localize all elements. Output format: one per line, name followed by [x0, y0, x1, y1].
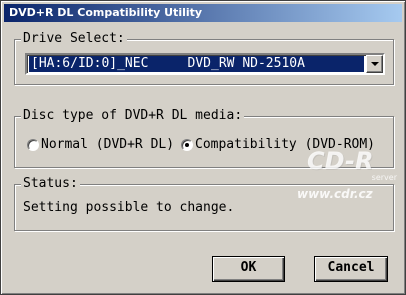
radio-normal-label[interactable]: Normal (DVD+R DL) [41, 137, 174, 153]
status-group: Status: Setting possible to change. [14, 176, 394, 231]
drive-select-group: Drive Select: [HA:6/ID:0]_NEC DVD_RW ND-… [14, 31, 394, 85]
chevron-down-icon[interactable] [366, 55, 383, 73]
drive-select-label: Drive Select: [21, 31, 127, 47]
cancel-button[interactable]: Cancel [314, 256, 388, 282]
dialog-window: DVD+R DL Compatibility Utility Drive Sel… [0, 0, 406, 295]
window-title: DVD+R DL Compatibility Utility [9, 6, 203, 19]
disc-type-label: Disc type of DVD+R DL media: [21, 108, 245, 124]
watermark-sub: server [371, 173, 397, 182]
status-label: Status: [21, 176, 80, 192]
radio-compatibility[interactable]: Compatibility (DVD-ROM) [181, 137, 375, 153]
ok-button[interactable]: OK [212, 256, 285, 282]
drive-select-dropdown[interactable]: [HA:6/ID:0]_NEC DVD_RW ND-2510A [25, 53, 385, 75]
drive-select-value: [HA:6/ID:0]_NEC DVD_RW ND-2510A [29, 56, 364, 72]
disc-type-group: Disc type of DVD+R DL media: Normal (DVD… [14, 108, 394, 168]
title-bar[interactable]: DVD+R DL Compatibility Utility [4, 4, 402, 22]
status-message: Setting possible to change. [23, 200, 235, 215]
radio-compatibility-label[interactable]: Compatibility (DVD-ROM) [195, 137, 375, 153]
radio-normal-button[interactable] [27, 139, 39, 151]
radio-compatibility-button[interactable] [181, 139, 193, 151]
radio-normal[interactable]: Normal (DVD+R DL) [27, 137, 174, 153]
